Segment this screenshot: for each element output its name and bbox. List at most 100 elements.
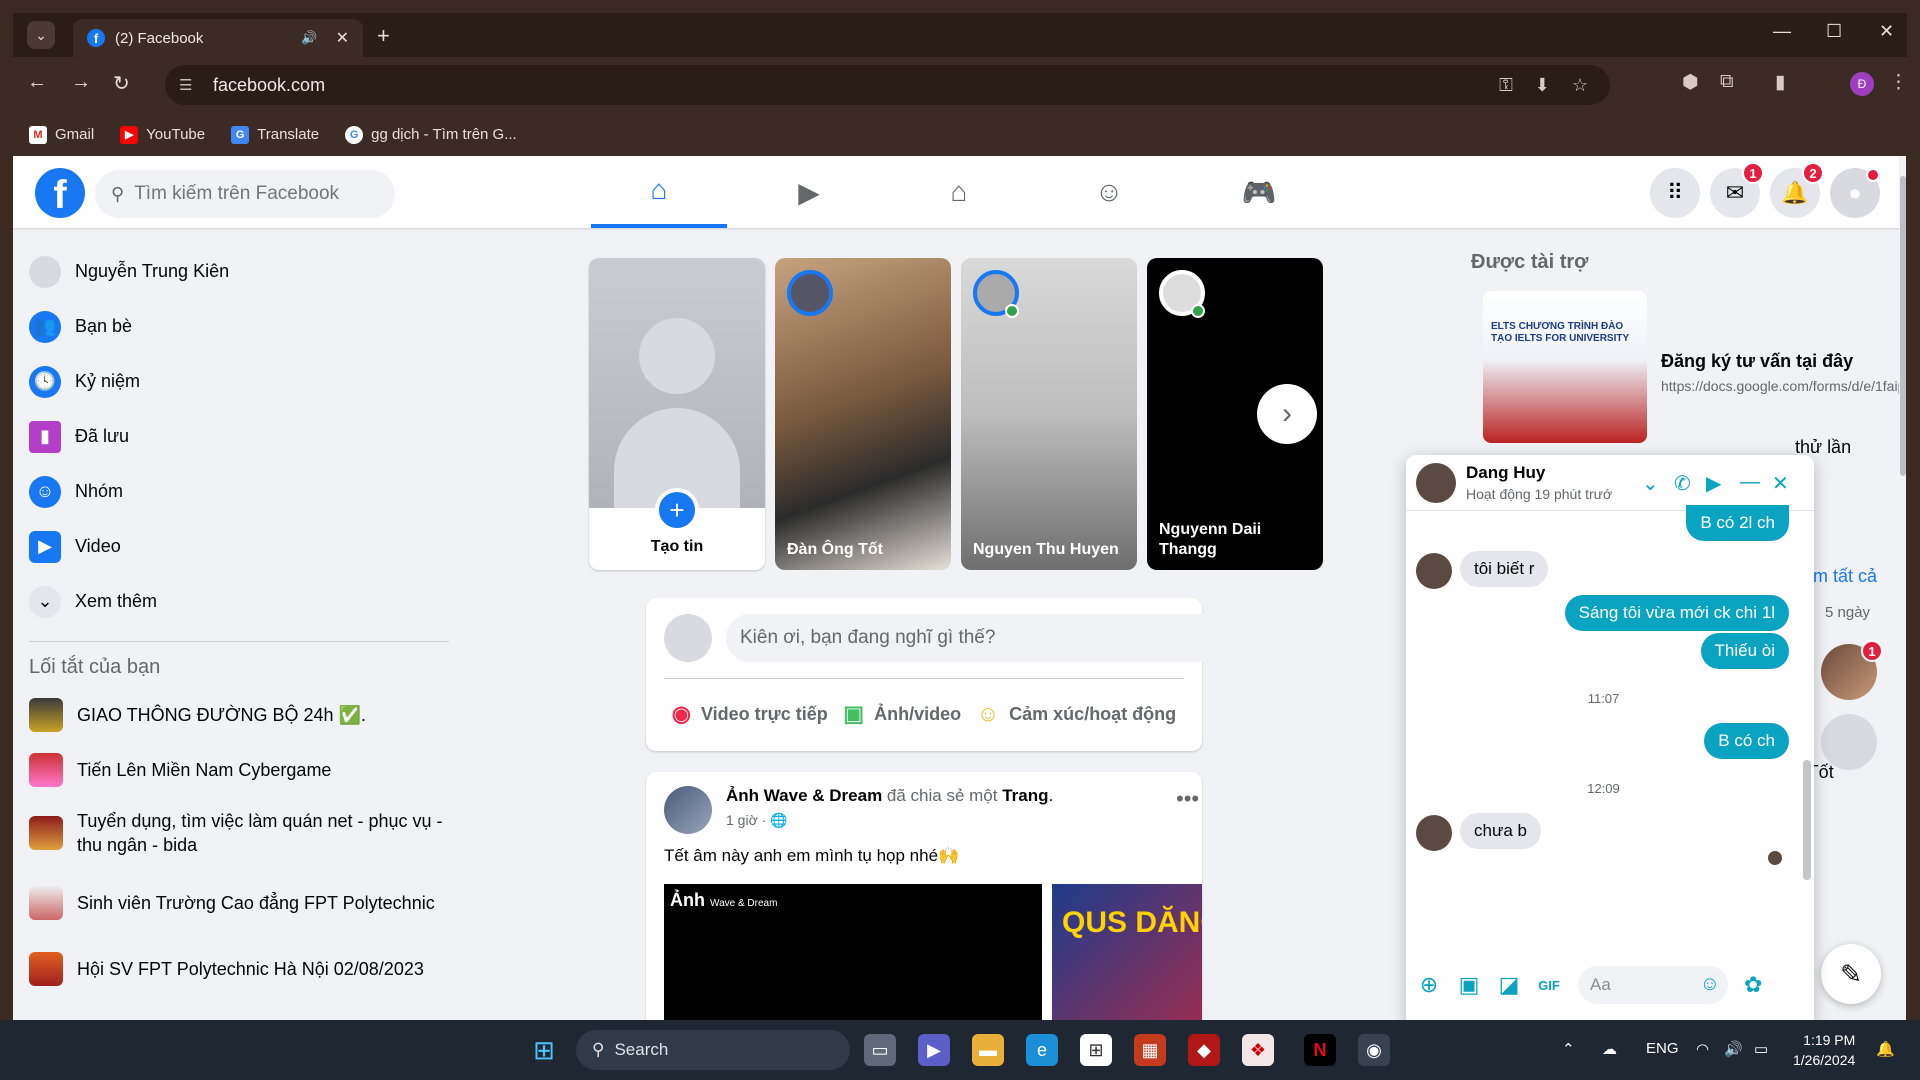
notifications-button[interactable]: 🔔 2 <box>1770 162 1824 218</box>
back-button[interactable]: ← <box>27 71 47 94</box>
password-key-icon[interactable]: ⚿ <box>1499 75 1513 96</box>
ad-image[interactable]: ELTS CHƯƠNG TRÌNH ĐÀO TẠO IELTS FOR UNIV… <box>1483 291 1647 443</box>
close-window-button[interactable]: ✕ <box>1879 21 1894 42</box>
onedrive-icon[interactable]: ☁ <box>1602 1040 1617 1058</box>
composer-input[interactable]: Kiên ơi, bạn đang nghĩ gì thế? <box>726 614 1252 662</box>
app-icon[interactable]: ▦ <box>1134 1034 1166 1066</box>
address-bar[interactable]: ☰ facebook.com ⚿ ⬇ ☆ <box>165 65 1610 105</box>
shortcut-item[interactable]: Tiến Lên Miền Nam Cybergame <box>29 742 459 797</box>
sidebar-item-see-more[interactable]: ⌄ Xem thêm <box>29 574 459 629</box>
bookmark-translate[interactable]: G Translate <box>231 125 319 144</box>
feeling-activity-button[interactable]: ☺ Cảm xúc/hoạt động <box>977 701 1176 727</box>
wifi-icon[interactable]: ◠ <box>1696 1040 1709 1058</box>
phone-icon[interactable]: ✆ <box>1674 471 1691 496</box>
plus-icon[interactable]: ⊕ <box>1416 972 1442 998</box>
speaker-icon[interactable]: 🔊 <box>301 30 317 46</box>
nav-marketplace-tab[interactable]: ⌂ <box>891 156 1027 228</box>
video-call-icon[interactable]: ▶ <box>1706 471 1721 496</box>
site-info-icon[interactable]: ☰ <box>179 76 199 94</box>
store-icon[interactable]: ⊞ <box>1080 1034 1112 1066</box>
post-author-name[interactable]: Ảnh Wave & Dream <box>726 786 882 805</box>
story-card[interactable]: Nguyen Thu Huyen <box>961 258 1137 570</box>
close-chat-icon[interactable]: ✕ <box>1772 471 1789 496</box>
shortcut-item[interactable]: GIAO THÔNG ĐƯỜNG BỘ 24h ✅. <box>29 687 459 742</box>
facebook-search[interactable]: ⚲ <box>95 170 395 218</box>
page-scrollbar[interactable] <box>1899 156 1906 1020</box>
notification-bell-icon[interactable]: 🔔 <box>1876 1040 1895 1058</box>
new-message-button[interactable]: ✎ <box>1821 944 1881 1004</box>
live-video-button[interactable]: ◉ Video trực tiếp <box>672 701 828 727</box>
facebook-logo[interactable]: f <box>35 168 85 218</box>
battery-icon[interactable]: ▭ <box>1754 1040 1768 1058</box>
forward-button[interactable]: → <box>71 71 91 94</box>
create-story-card[interactable]: + Tạo tin <box>589 258 765 570</box>
browser-tab-facebook[interactable]: f (2) Facebook 🔊 ✕ <box>73 19 363 57</box>
close-tab-icon[interactable]: ✕ <box>336 28 349 48</box>
post-time[interactable]: 1 giờ · 🌐 <box>726 812 788 829</box>
chat-app-icon[interactable]: ▶ <box>918 1034 950 1066</box>
nav-home-tab[interactable]: ⌂ <box>591 156 727 228</box>
sidebar-item-memories[interactable]: 🕓 Kỷ niệm <box>29 354 459 409</box>
nav-gaming-tab[interactable]: 🎮 <box>1191 156 1327 228</box>
chat-scrollbar-thumb[interactable] <box>1803 760 1811 880</box>
taskbar-search[interactable]: ⚲ Search <box>576 1030 850 1070</box>
photo-video-button[interactable]: ▣ Ảnh/video <box>843 701 961 727</box>
nav-groups-tab[interactable]: ☺ <box>1041 156 1177 228</box>
app-icon[interactable]: ❖ <box>1242 1034 1274 1066</box>
post-shared-target[interactable]: Trang <box>1002 786 1048 805</box>
ad-title[interactable]: Đăng ký tư vấn tại đây <box>1661 351 1853 372</box>
chat-header[interactable]: Dang Huy Hoạt động 19 phút trướ ⌄ ✆ ▶ — … <box>1406 455 1814 511</box>
bookmark-youtube[interactable]: ▶ YouTube <box>120 125 205 144</box>
post-image-2[interactable]: QUS DĂNG <box>1052 884 1202 1020</box>
bookmark-gg-dich[interactable]: Ggg dịch - Tìm trên G... <box>345 125 517 144</box>
sidebar-item-video[interactable]: ▶ Video <box>29 519 459 574</box>
add-story-icon[interactable]: + <box>655 488 699 532</box>
story-card[interactable]: Đàn Ông Tốt <box>775 258 951 570</box>
gif-icon[interactable]: GIF <box>1536 978 1562 993</box>
show-hidden-icons-chevron[interactable]: ⌃ <box>1562 1040 1575 1058</box>
shortcut-item[interactable]: Sinh viên Trường Cao đẳng FPT Polytechni… <box>29 869 459 937</box>
shortcut-item[interactable]: Tuyển dụng, tìm việc làm quán net - phục… <box>29 797 459 869</box>
extensions-puzzle-icon[interactable]: ⧉ <box>1720 71 1734 93</box>
image-icon[interactable]: ▣ <box>1456 972 1482 998</box>
bookmark-star-icon[interactable]: ☆ <box>1572 75 1588 96</box>
shortcut-item[interactable]: Hội SV FPT Polytechnic Hà Nội 02/08/2023 <box>29 937 459 1001</box>
tab-search-button[interactable]: ⌄ <box>27 21 55 49</box>
volume-icon[interactable]: 🔊 <box>1724 1040 1743 1058</box>
post-image-1[interactable]: Ảnh Wave & Dream <box>664 884 1042 1020</box>
extension-icon[interactable]: ⬢ <box>1682 71 1699 94</box>
taskbar-clock[interactable]: 1:19 PM 1/26/2024 <box>1793 1030 1855 1070</box>
post-author-avatar[interactable] <box>664 786 712 834</box>
sticker-icon[interactable]: ◪ <box>1496 972 1522 998</box>
scrollbar-thumb[interactable] <box>1900 176 1906 476</box>
minimize-window-button[interactable]: — <box>1773 21 1791 42</box>
new-tab-button[interactable]: + <box>377 23 390 49</box>
menu-grid-button[interactable]: ⠿ <box>1650 168 1700 218</box>
sidebar-item-profile[interactable]: Nguyễn Trung Kiên <box>29 244 459 299</box>
task-view-icon[interactable]: ▭ <box>864 1034 896 1066</box>
install-app-icon[interactable]: ⬇ <box>1535 75 1550 96</box>
stories-next-button[interactable]: › <box>1257 384 1317 444</box>
sidebar-item-groups[interactable]: ☺ Nhóm <box>29 464 459 519</box>
app-icon[interactable]: ◆ <box>1188 1034 1220 1066</box>
profile-avatar[interactable]: Đ <box>1850 72 1874 96</box>
minimize-chat-icon[interactable]: — <box>1740 471 1760 494</box>
bookmark-gmail[interactable]: M Gmail <box>29 125 94 144</box>
reload-button[interactable]: ↻ <box>113 71 130 96</box>
sidebar-item-friends[interactable]: 👥 Bạn bè <box>29 299 459 354</box>
post-more-icon[interactable]: ••• <box>1176 786 1199 812</box>
chat-head-avatar[interactable] <box>1821 714 1877 770</box>
netflix-icon[interactable]: N <box>1304 1034 1336 1066</box>
windows-start-icon[interactable]: ⊞ <box>528 1034 560 1066</box>
edge-browser-icon[interactable]: e <box>1026 1034 1058 1066</box>
messenger-button[interactable]: ✉ 1 <box>1710 162 1764 218</box>
search-input[interactable] <box>134 183 365 205</box>
emoji-icon[interactable]: ☺ <box>1700 973 1720 996</box>
nav-video-tab[interactable]: ▶ <box>741 156 877 228</box>
chat-message-input[interactable]: Aa ☺ <box>1578 966 1728 1004</box>
chat-head-avatar[interactable]: 1 <box>1821 640 1883 700</box>
maximize-window-button[interactable]: ☐ <box>1826 21 1842 42</box>
chevron-down-icon[interactable]: ⌄ <box>1642 471 1659 496</box>
file-explorer-icon[interactable]: ▬ <box>972 1034 1004 1066</box>
chat-scrollbar[interactable] <box>1801 515 1813 935</box>
